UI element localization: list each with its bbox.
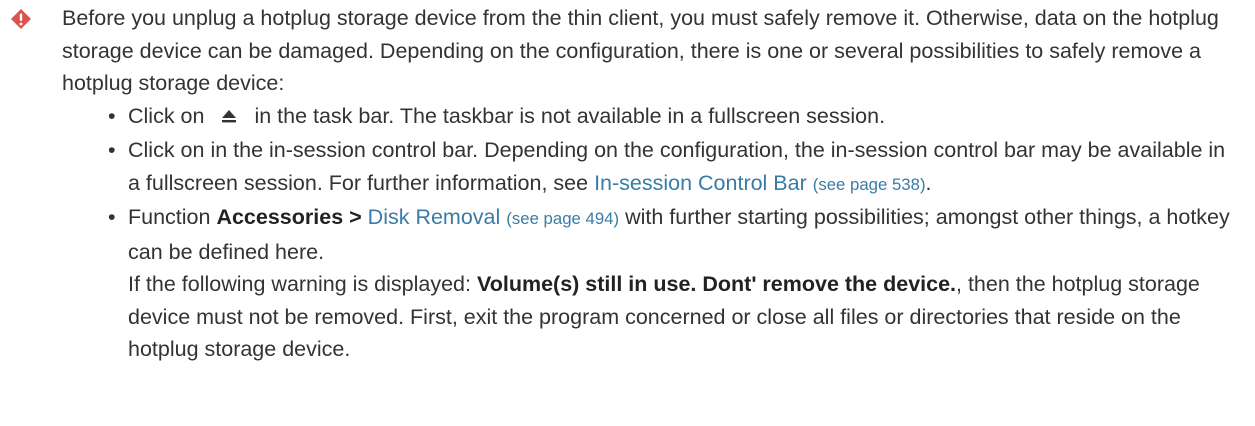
- warning-note: Before you unplug a hotplug storage devi…: [0, 0, 1255, 366]
- in-session-control-bar-link[interactable]: In-session Control Bar (see page 538): [594, 171, 925, 195]
- item-text: Click on: [128, 103, 205, 128]
- page-reference: (see page 538): [812, 174, 926, 194]
- list-item: Click on in the in-session control bar. …: [106, 134, 1235, 201]
- link-label: Disk Removal: [367, 205, 501, 229]
- list-item: Function Accessories > Disk Removal (see…: [106, 201, 1235, 366]
- warning-message-bold: Volume(s) still in use. Dont' remove the…: [476, 272, 957, 296]
- removal-options-list: Click on in the task bar. The taskbar is…: [62, 100, 1235, 366]
- link-label: In-session Control Bar: [594, 170, 807, 195]
- menu-path-bold: Accessories >: [216, 205, 362, 229]
- item-text: Function: [128, 205, 211, 229]
- disk-removal-link[interactable]: Disk Removal (see page 494): [368, 205, 619, 229]
- list-item: Click on in the task bar. The taskbar is…: [106, 100, 1235, 135]
- note-intro-text: Before you unplug a hotplug storage devi…: [62, 6, 1219, 95]
- item-text: in the task bar. The taskbar is not avai…: [254, 103, 886, 128]
- warning-text: If the following warning is displayed:: [128, 272, 471, 296]
- page-reference: (see page 494): [506, 209, 620, 228]
- eject-icon: [220, 102, 238, 135]
- item-text: .: [925, 170, 932, 195]
- diamond-warning-icon: [10, 8, 32, 30]
